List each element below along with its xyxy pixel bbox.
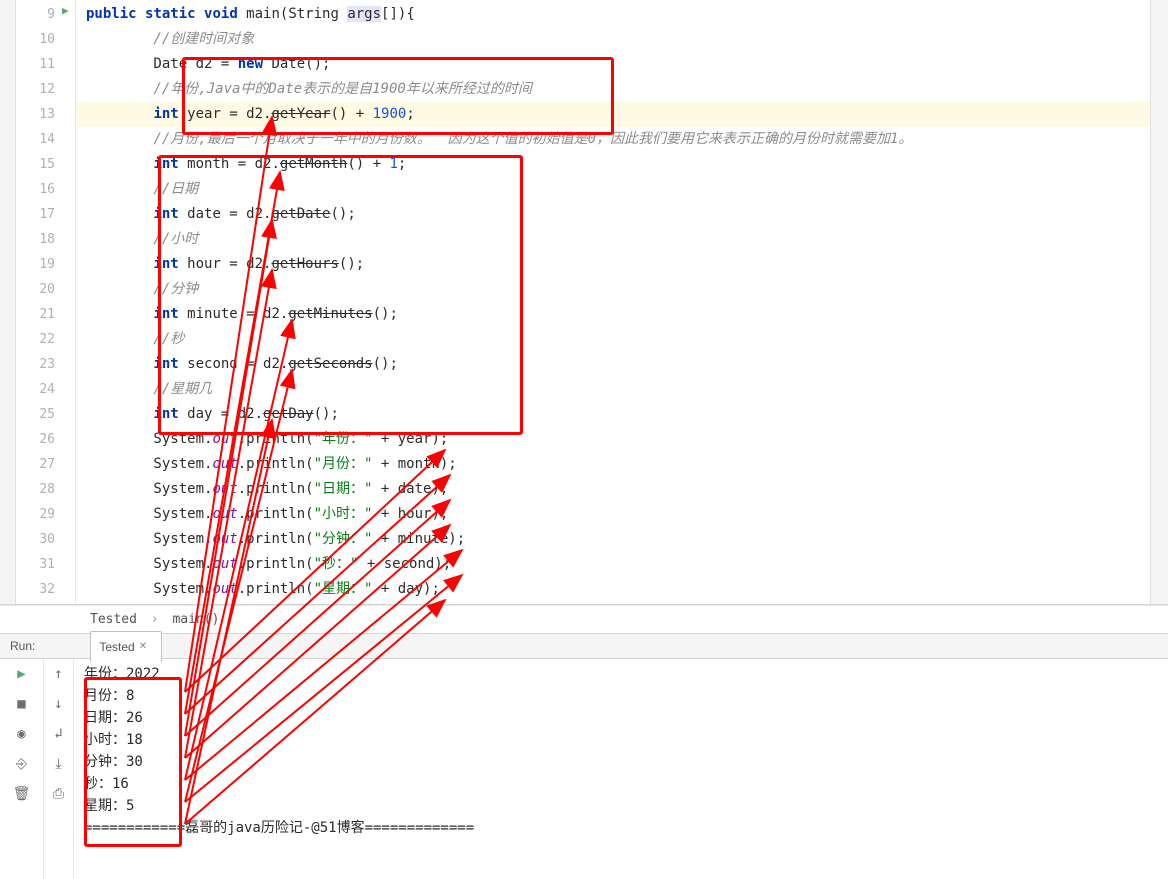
line-numbers: 9 10 11 12 13 14 15 16 17 18 19 20 21 22… xyxy=(16,2,75,602)
left-sidebar[interactable] xyxy=(0,0,16,604)
stop-icon[interactable]: ■ xyxy=(13,695,31,713)
line-number: 28 xyxy=(16,477,55,502)
line-number: 14 xyxy=(16,127,55,152)
code-editor[interactable]: public static void main(String args[]){ … xyxy=(76,0,1150,604)
gutter[interactable]: ▶ 9 10 11 12 13 14 15 16 17 18 19 20 21 … xyxy=(16,0,76,604)
line-number: 16 xyxy=(16,177,55,202)
line-number: 13 xyxy=(16,102,55,127)
breadcrumb-method[interactable]: main() xyxy=(172,612,219,627)
rerun-icon[interactable]: ▶ xyxy=(13,665,31,683)
code-line: int day = d2.getDay(); xyxy=(86,402,1150,427)
line-number: 25 xyxy=(16,402,55,427)
line-number: 15 xyxy=(16,152,55,177)
scroll-end-icon[interactable]: ⤓ xyxy=(50,755,68,773)
right-sidebar[interactable] xyxy=(1150,0,1168,604)
line-number: 21 xyxy=(16,302,55,327)
line-number: 18 xyxy=(16,227,55,252)
line-number: 30 xyxy=(16,527,55,552)
run-panel: ▶ ■ ◉ ⎆ 🗑 ↑ ↓ ↲ ⤓ ⎙ 年份：2022 月份：8 日期：26 小… xyxy=(0,659,1168,879)
code-line: int year = d2.getYear() + 1900; xyxy=(76,102,1150,127)
run-toolbar: ▶ ■ ◉ ⎆ 🗑 xyxy=(0,659,44,879)
soft-wrap-icon[interactable]: ↲ xyxy=(50,725,68,743)
up-arrow-icon[interactable]: ↑ xyxy=(50,665,68,683)
code-line: System.out.println("分钟：" + minute); xyxy=(86,527,1150,552)
breadcrumb-sep: › xyxy=(151,612,159,627)
line-number: 32 xyxy=(16,577,55,602)
console-line: 星期：5 xyxy=(84,795,1158,817)
breadcrumb-bar[interactable]: Tested › main() xyxy=(0,605,1168,633)
code-line: //星期几 xyxy=(86,377,1150,402)
code-line: int date = d2.getDate(); xyxy=(86,202,1150,227)
run-tab-title: Tested xyxy=(99,634,134,660)
line-number: 20 xyxy=(16,277,55,302)
code-line: System.out.println("星期：" + day); xyxy=(86,577,1150,602)
line-number: 29 xyxy=(16,502,55,527)
console-line: 日期：26 xyxy=(84,707,1158,729)
run-label: Run: xyxy=(10,633,35,659)
camera-icon[interactable]: ◉ xyxy=(13,725,31,743)
code-line: System.out.println("秒：" + second); xyxy=(86,552,1150,577)
code-line: System.out.println("年份：" + year); xyxy=(86,427,1150,452)
line-number: 17 xyxy=(16,202,55,227)
run-gutter-icon[interactable]: ▶ xyxy=(62,4,69,17)
editor-area: ▶ 9 10 11 12 13 14 15 16 17 18 19 20 21 … xyxy=(0,0,1168,605)
code-line: Date d2 = new Date(); xyxy=(86,52,1150,77)
run-panel-header: Run: Tested ✕ xyxy=(0,633,1168,659)
code-line: int month = d2.getMonth() + 1; xyxy=(86,152,1150,177)
console-line: ============磊哥的java历险记-@51博客============… xyxy=(84,817,1158,839)
console-line: 秒：16 xyxy=(84,773,1158,795)
line-number: 26 xyxy=(16,427,55,452)
trash-icon[interactable]: 🗑 xyxy=(13,785,31,803)
close-icon[interactable]: ✕ xyxy=(139,634,147,660)
code-line: //小时 xyxy=(86,227,1150,252)
console-line: 分钟：30 xyxy=(84,751,1158,773)
code-line: System.out.println("月份：" + month); xyxy=(86,452,1150,477)
line-number: 10 xyxy=(16,27,55,52)
line-number: 22 xyxy=(16,327,55,352)
line-number: 11 xyxy=(16,52,55,77)
breadcrumb-class[interactable]: Tested xyxy=(90,612,137,627)
code-line: int second = d2.getSeconds(); xyxy=(86,352,1150,377)
run-tab[interactable]: Tested ✕ xyxy=(90,631,162,662)
line-number: 9 xyxy=(16,2,55,27)
line-number: 24 xyxy=(16,377,55,402)
code-line: //创建时间对象 xyxy=(86,27,1150,52)
console-line: 小时：18 xyxy=(84,729,1158,751)
code-line: public static void main(String args[]){ xyxy=(86,2,1150,27)
line-number: 19 xyxy=(16,252,55,277)
code-line: //年份,Java中的Date表示的是自1900年以来所经过的时间 xyxy=(86,77,1150,102)
line-number: 12 xyxy=(16,77,55,102)
code-line: System.out.println("日期：" + date); xyxy=(86,477,1150,502)
code-line: //秒 xyxy=(86,327,1150,352)
code-line: int hour = d2.getHours(); xyxy=(86,252,1150,277)
line-number: 23 xyxy=(16,352,55,377)
code-line: //分钟 xyxy=(86,277,1150,302)
run-toolbar-secondary: ↑ ↓ ↲ ⤓ ⎙ xyxy=(44,659,74,879)
console-line: 年份：2022 xyxy=(84,663,1158,685)
down-arrow-icon[interactable]: ↓ xyxy=(50,695,68,713)
code-line: int minute = d2.getMinutes(); xyxy=(86,302,1150,327)
code-line: //日期 xyxy=(86,177,1150,202)
exit-icon[interactable]: ⎆ xyxy=(13,755,31,773)
console-line: 月份：8 xyxy=(84,685,1158,707)
code-line: //月份,最后一个月取决于一年中的月份数。 因为这个值的初始值是0，因此我们要用… xyxy=(86,127,1150,152)
line-number: 31 xyxy=(16,552,55,577)
ide-window: ▶ 9 10 11 12 13 14 15 16 17 18 19 20 21 … xyxy=(0,0,1168,879)
print-icon[interactable]: ⎙ xyxy=(50,785,68,803)
console-output[interactable]: 年份：2022 月份：8 日期：26 小时：18 分钟：30 秒：16 星期：5… xyxy=(74,659,1168,879)
code-line: System.out.println("小时：" + hour); xyxy=(86,502,1150,527)
line-number: 27 xyxy=(16,452,55,477)
